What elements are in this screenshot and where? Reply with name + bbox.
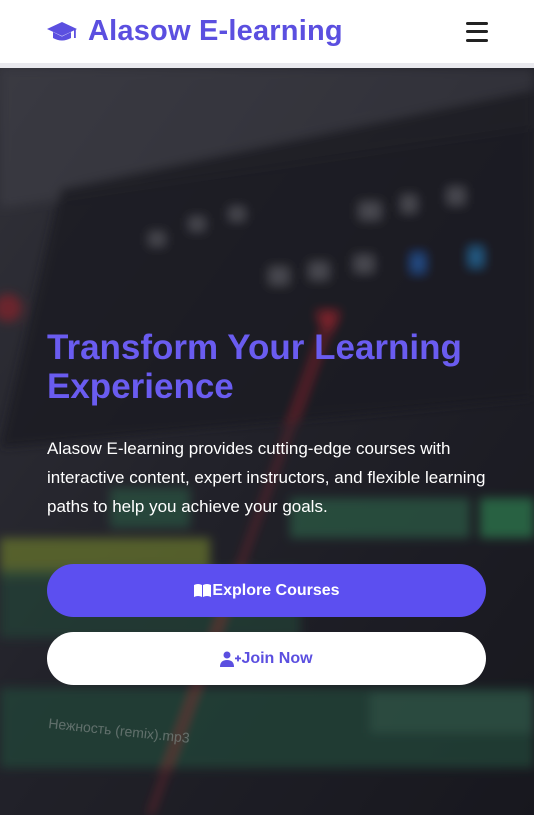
join-now-label: Join Now: [241, 649, 313, 667]
brand-name: Alasow E-learning: [88, 15, 343, 47]
hero-section: Нежность (remix).mp3 Transform Your Lear…: [0, 68, 534, 815]
explore-courses-button[interactable]: Explore Courses: [47, 564, 486, 617]
explore-courses-label: Explore Courses: [212, 581, 340, 599]
user-plus-icon: [220, 651, 242, 667]
book-open-icon: [194, 584, 212, 597]
join-now-button[interactable]: Join Now: [47, 632, 486, 685]
hamburger-menu-icon[interactable]: [466, 21, 488, 42]
brand-link[interactable]: Alasow E-learning: [46, 15, 343, 48]
hero-content: Transform Your Learning Experience Alaso…: [47, 328, 487, 685]
graduation-cap-icon: [47, 21, 77, 40]
navbar: Alasow E-learning: [0, 0, 534, 63]
hero-description: Alasow E-learning provides cutting-edge …: [47, 439, 486, 516]
hero-title: Transform Your Learning Experience: [47, 328, 462, 406]
